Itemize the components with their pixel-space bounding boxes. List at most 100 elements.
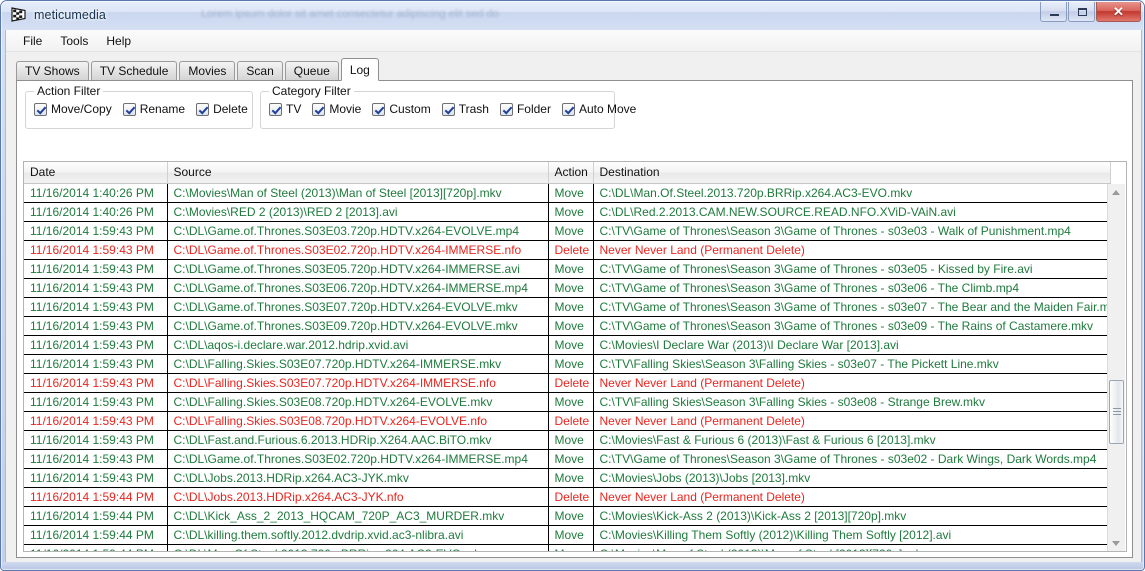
checkbox-checked-icon <box>441 102 455 116</box>
cell-source: C:\DL\Game.of.Thrones.S03E07.720p.HDTV.x… <box>167 297 549 317</box>
checkbox-rename[interactable]: Rename <box>122 102 186 116</box>
cell-action: Move <box>548 316 594 336</box>
cell-date: 11/16/2014 1:59:43 PM <box>24 373 168 393</box>
cell-destination: Never Never Land (Permanent Delete) <box>593 411 1111 431</box>
cell-destination: C:\Movies\Man of Steel (2013)\Man of Ste… <box>593 544 1111 551</box>
table-row[interactable]: 11/16/2014 1:59:44 PMC:\DL\Man.Of.Steel.… <box>24 544 1111 551</box>
cell-action: Delete <box>548 487 594 507</box>
table-row[interactable]: 11/16/2014 1:59:43 PM C:\DL\Game.of.Thron… <box>24 278 1111 298</box>
table-row[interactable]: 11/16/2014 1:59:43 PM C:\DL\Jobs.2013.HDR… <box>24 468 1111 488</box>
table-row[interactable]: 11/16/2014 1:59:44 PM C:\DL\Kick_Ass_2_20… <box>24 506 1111 526</box>
checkbox-delete[interactable]: Delete <box>196 102 248 116</box>
category-filter-items: TV Movie Custom Trash Folder Auto Move <box>269 102 636 116</box>
scrollbar-thumb[interactable] <box>1109 380 1124 444</box>
cell-date: 11/16/2014 1:59:43 PM <box>24 335 168 355</box>
cell-date: 11/16/2014 1:59:43 PM <box>24 278 168 298</box>
menu-item-tools[interactable]: Tools <box>51 32 97 50</box>
scroll-down-icon <box>1112 541 1120 546</box>
cell-destination: Never Never Land (Permanent Delete) <box>593 373 1111 393</box>
checkbox-rename-label: Rename <box>139 102 186 116</box>
category-filter-group: Category Filter TV Movie Custom Trash Fo… <box>260 84 636 129</box>
cell-date: 11/16/2014 1:59:43 PM <box>24 221 168 241</box>
tab-scan[interactable]: Scan <box>237 61 283 80</box>
cell-action: Move <box>548 468 594 488</box>
table-row[interactable]: 11/16/2014 1:59:43 PM C:\DL\Falling.Skies… <box>24 373 1111 393</box>
cell-source: C:\Movies\Man of Steel (2013)\Man of Ste… <box>167 183 549 203</box>
cell-source: C:\DL\killing.them.softly.2012.dvdrip.xv… <box>167 525 549 545</box>
column-header-source[interactable]: Source <box>167 162 549 184</box>
window-title: meticumedia <box>34 7 106 22</box>
log-table-header: Date Source Action Destination <box>24 162 1111 184</box>
checkbox-custom[interactable]: Custom <box>372 102 431 116</box>
table-row[interactable]: 11/16/2014 1:59:43 PM C:\DL\Falling.Skies… <box>24 411 1111 431</box>
cell-date: 11/16/2014 1:59:43 PM <box>24 354 168 374</box>
checkbox-folder[interactable]: Folder <box>499 102 551 116</box>
cell-source: C:\DL\aqos-i.declare.war.2012.hdrip.xvid… <box>167 335 549 355</box>
action-filter-group: Action Filter Move/Copy Rename Delete <box>25 84 253 129</box>
maximize-icon <box>1078 8 1087 16</box>
tab-queue[interactable]: Queue <box>284 61 339 80</box>
scroll-down-button[interactable] <box>1108 535 1125 551</box>
table-row[interactable]: 11/16/2014 1:40:26 PM C:\Movies\RED 2 (20… <box>24 202 1111 222</box>
maximize-button[interactable] <box>1068 2 1095 22</box>
window-controls: ✕ <box>1040 2 1141 22</box>
table-row[interactable]: 11/16/2014 1:59:43 PM C:\DL\Game.of.Thron… <box>24 449 1111 469</box>
cell-source: C:\DL\Game.of.Thrones.S03E09.720p.HDTV.x… <box>167 316 549 336</box>
table-row[interactable]: 11/16/2014 1:59:43 PM C:\DL\Game.of.Thron… <box>24 316 1111 336</box>
cell-date: 11/16/2014 1:40:26 PM <box>24 183 168 203</box>
checkbox-move-copy[interactable]: Move/Copy <box>34 102 112 116</box>
log-table-container: Date Source Action Destination 11/16/201… <box>23 161 1127 552</box>
checkbox-trash[interactable]: Trash <box>441 102 489 116</box>
checkbox-auto-move[interactable]: Auto Move <box>561 102 637 116</box>
cell-action: Move <box>548 392 594 412</box>
minimize-button[interactable] <box>1040 2 1067 22</box>
table-row[interactable]: 11/16/2014 1:59:44 PM C:\DL\Jobs.2013.HDR… <box>24 487 1111 507</box>
table-row[interactable]: 11/16/2014 1:59:43 PM C:\DL\Game.of.Thron… <box>24 259 1111 279</box>
table-row[interactable]: 11/16/2014 1:40:26 PM C:\Movies\Man of St… <box>24 183 1111 203</box>
table-row[interactable]: 11/16/2014 1:59:43 PM C:\DL\Falling.Skies… <box>24 354 1111 374</box>
table-row[interactable]: 11/16/2014 1:59:43 PM C:\DL\Game.of.Thron… <box>24 297 1111 317</box>
cell-destination: C:\Movies\I Declare War (2013)\I Declare… <box>593 335 1111 355</box>
vertical-scrollbar[interactable] <box>1107 184 1125 551</box>
table-row[interactable]: 11/16/2014 1:59:43 PM C:\DL\Falling.Skies… <box>24 392 1111 412</box>
cell-source: C:\DL\Falling.Skies.S03E07.720p.HDTV.x26… <box>167 373 549 393</box>
table-row[interactable]: 11/16/2014 1:59:43 PM C:\DL\Game.of.Thron… <box>24 240 1111 260</box>
menu-item-help[interactable]: Help <box>97 32 140 50</box>
menu-item-file[interactable]: File <box>14 32 51 50</box>
checkbox-movie[interactable]: Movie <box>312 102 361 116</box>
title-bar[interactable]: Lorem ipsum dolor sit amet consectetur a… <box>1 1 1144 30</box>
cell-source: C:\DL\Game.of.Thrones.S03E02.720p.HDTV.x… <box>167 449 549 469</box>
cell-destination: Never Never Land (Permanent Delete) <box>593 487 1111 507</box>
table-row[interactable]: 11/16/2014 1:59:43 PM C:\DL\aqos-i.declar… <box>24 335 1111 355</box>
cell-destination: Never Never Land (Permanent Delete) <box>593 240 1111 260</box>
cell-action: Move <box>548 449 594 469</box>
cell-action: Move <box>548 297 594 317</box>
cell-source: C:\DL\Kick_Ass_2_2013_HQCAM_720P_AC3_MUR… <box>167 506 549 526</box>
cell-action: Move <box>548 354 594 374</box>
cell-destination: C:\TV\Game of Thrones\Season 3\Game of T… <box>593 221 1111 241</box>
checkbox-checked-icon <box>372 102 386 116</box>
close-button[interactable]: ✕ <box>1096 2 1141 22</box>
table-row[interactable]: 11/16/2014 1:59:43 PM C:\DL\Fast.and.Furi… <box>24 430 1111 450</box>
table-row[interactable]: 11/16/2014 1:59:43 PM C:\DL\Game.of.Thron… <box>24 221 1111 241</box>
scroll-up-button[interactable] <box>1108 184 1125 201</box>
cell-source: C:\DL\Game.of.Thrones.S03E06.720p.HDTV.x… <box>167 278 549 298</box>
column-header-date[interactable]: Date <box>24 162 168 184</box>
checkbox-auto-move-label: Auto Move <box>578 102 637 116</box>
tab-movies[interactable]: Movies <box>179 61 236 80</box>
cell-destination: C:\TV\Game of Thrones\Season 3\Game of T… <box>593 316 1111 336</box>
tab-log[interactable]: Log <box>340 58 379 81</box>
cell-action: Move <box>548 544 594 551</box>
checkbox-delete-label: Delete <box>213 102 248 116</box>
column-header-action[interactable]: Action <box>548 162 594 184</box>
cell-action: Move <box>548 430 594 450</box>
window-bottom-border <box>1 562 1144 570</box>
tab-tv-schedule[interactable]: TV Schedule <box>90 61 178 80</box>
tab-tv-shows[interactable]: TV Shows <box>16 61 89 80</box>
column-header-destination[interactable]: Destination <box>593 162 1111 184</box>
table-row[interactable]: 11/16/2014 1:59:44 PM C:\DL\killing.them.… <box>24 525 1111 545</box>
checkbox-checked-icon <box>312 102 326 116</box>
category-filter-title: Category Filter <box>269 84 354 98</box>
table-header-row: Date Source Action Destination <box>24 162 1111 184</box>
checkbox-tv[interactable]: TV <box>269 102 301 116</box>
